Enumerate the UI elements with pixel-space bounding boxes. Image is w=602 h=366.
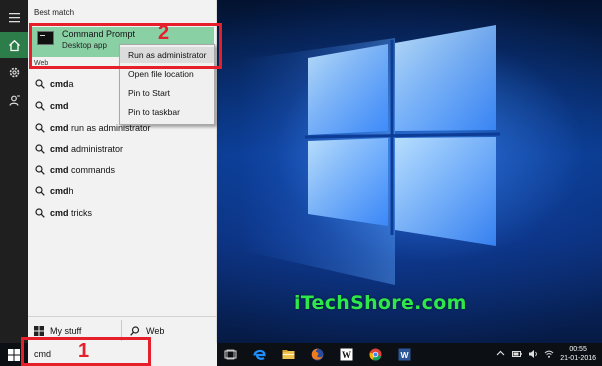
list-item[interactable]: cmda — [35, 77, 74, 91]
menu-icon — [8, 12, 20, 22]
home-icon — [8, 39, 20, 51]
search-icon — [35, 101, 45, 111]
annotation-box-2 — [29, 23, 222, 69]
suggestion-label: cmd administrator — [50, 144, 124, 154]
list-item[interactable]: cmd administrator — [35, 142, 123, 156]
annotation-number-2: 2 — [158, 22, 170, 44]
menu-item-pin-to-taskbar[interactable]: Pin to taskbar — [120, 104, 214, 120]
edge-icon[interactable] — [252, 347, 267, 362]
windows-icon — [8, 348, 20, 361]
word-doc-icon[interactable]: W — [397, 347, 412, 362]
clock-date: 21-01-2016 — [560, 355, 596, 362]
home-button[interactable] — [0, 32, 28, 58]
feedback-button[interactable] — [0, 87, 28, 113]
firefox-icon[interactable] — [310, 347, 325, 362]
suggestion-label: cmd — [50, 101, 69, 111]
list-item[interactable]: cmd commands — [35, 163, 115, 177]
svg-text:W: W — [342, 350, 351, 360]
volume-icon[interactable] — [528, 349, 538, 359]
feedback-icon — [8, 95, 20, 106]
search-icon — [35, 165, 45, 175]
chevron-up-icon[interactable] — [496, 349, 505, 358]
battery-icon[interactable] — [512, 349, 522, 359]
search-icon — [35, 144, 45, 154]
search-icon — [35, 79, 45, 89]
suggestion-label: cmda — [50, 79, 74, 89]
hamburger-button[interactable] — [0, 4, 28, 30]
list-item[interactable]: cmd tricks — [35, 206, 92, 220]
task-view-icon[interactable] — [223, 347, 238, 362]
windows-icon — [34, 325, 44, 336]
word-icon[interactable]: W — [339, 347, 354, 362]
settings-button[interactable] — [0, 59, 28, 85]
best-match-heading: Best match — [34, 8, 75, 17]
wifi-icon[interactable] — [544, 349, 554, 359]
tab-web-label: Web — [146, 325, 165, 336]
suggestion-label: cmd tricks — [50, 208, 93, 218]
file-explorer-icon[interactable] — [281, 347, 296, 362]
annotation-number-1: 1 — [78, 340, 90, 362]
tab-my-stuff-label: My stuff — [50, 325, 82, 336]
start-left-rail — [0, 0, 28, 343]
watermark-text: iTechShore.com — [294, 292, 467, 314]
gear-icon — [9, 67, 19, 77]
search-icon — [35, 123, 45, 133]
svg-text:W: W — [400, 350, 409, 360]
taskbar-clock[interactable]: 00:55 21-01-2016 — [560, 345, 596, 363]
clock-time: 00:55 — [569, 346, 587, 353]
search-icon — [35, 186, 45, 196]
suggestion-label: cmdh — [50, 186, 74, 196]
search-icon — [35, 208, 45, 218]
suggestion-label: cmd commands — [50, 165, 116, 175]
system-tray: 00:55 21-01-2016 — [482, 343, 602, 366]
chrome-icon[interactable] — [368, 347, 383, 362]
menu-item-pin-to-start[interactable]: Pin to Start — [120, 85, 214, 101]
search-icon — [130, 325, 140, 336]
list-item[interactable]: cmdh — [35, 184, 74, 198]
list-item[interactable]: cmd — [35, 99, 69, 113]
